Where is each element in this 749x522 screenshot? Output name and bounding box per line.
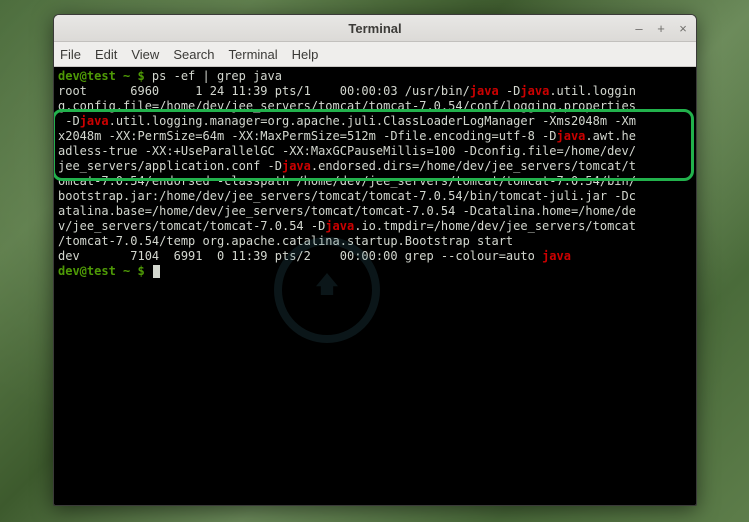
menu-help[interactable]: Help — [292, 47, 319, 62]
output-text: /tomcat-7.0.54/temp org.apache.catalina.… — [58, 234, 513, 248]
minimize-button[interactable]: – — [632, 21, 646, 35]
prompt-userhost: dev@test — [58, 69, 116, 83]
output-text: .util.logging.manager=org.apache.juli.Cl… — [109, 114, 636, 128]
menu-search[interactable]: Search — [173, 47, 214, 62]
menu-file[interactable]: File — [60, 47, 81, 62]
output-text: adless-true -XX:+UseParallelGC -XX:MaxGC… — [58, 144, 636, 158]
output-text: x2048m -XX:PermSize=64m -XX:MaxPermSize=… — [58, 129, 557, 143]
output-text: jee_servers/application.conf -D — [58, 159, 282, 173]
prompt-userhost: dev@test — [58, 264, 116, 278]
output-text: v/jee_servers/tomcat/tomcat-7.0.54 -D — [58, 219, 325, 233]
window-title: Terminal — [54, 21, 696, 36]
terminal-window: Terminal – + × File Edit View Search Ter… — [53, 14, 697, 506]
highlight-java: java — [282, 159, 311, 173]
output-text: omcat-7.0.54/endorsed -classpath /home/d… — [58, 174, 636, 188]
close-button[interactable]: × — [676, 21, 690, 35]
prompt-path: ~ $ — [116, 69, 152, 83]
cursor — [153, 265, 160, 278]
menu-view[interactable]: View — [131, 47, 159, 62]
output-text: atalina.base=/home/dev/jee_servers/tomca… — [58, 204, 636, 218]
menu-bar: File Edit View Search Terminal Help — [54, 42, 696, 67]
output-text: root 6960 1 24 11:39 pts/1 00:00:03 /usr… — [58, 84, 470, 98]
menu-terminal[interactable]: Terminal — [229, 47, 278, 62]
output-text: g.config.file=/home/dev/jee_servers/tomc… — [58, 99, 636, 113]
highlight-java: java — [80, 114, 109, 128]
output-text: -D — [58, 114, 80, 128]
window-controls: – + × — [632, 15, 690, 41]
output-text: .util.loggin — [549, 84, 636, 98]
highlight-java: java — [557, 129, 586, 143]
maximize-button[interactable]: + — [654, 21, 668, 35]
output-text: bootstrap.jar:/home/dev/jee_servers/tomc… — [58, 189, 636, 203]
highlight-java: java — [470, 84, 499, 98]
output-text: .endorsed.dirs=/home/dev/jee_servers/tom… — [311, 159, 636, 173]
output-text: .io.tmpdir=/home/dev/jee_servers/tomcat — [354, 219, 636, 233]
highlight-java: java — [325, 219, 354, 233]
output-text: -D — [499, 84, 521, 98]
entered-command: ps -ef | grep java — [152, 69, 282, 83]
highlight-java: java — [520, 84, 549, 98]
prompt-path: ~ $ — [116, 264, 152, 278]
window-titlebar[interactable]: Terminal – + × — [54, 15, 696, 42]
output-text: .awt.he — [585, 129, 636, 143]
output-text: dev 7104 6991 0 11:39 pts/2 00:00:00 gre… — [58, 249, 542, 263]
menu-edit[interactable]: Edit — [95, 47, 117, 62]
terminal-viewport[interactable]: dev@test ~ $ ps -ef | grep java root 696… — [54, 67, 696, 505]
highlight-java: java — [542, 249, 571, 263]
desktop-background: Terminal – + × File Edit View Search Ter… — [0, 0, 749, 522]
